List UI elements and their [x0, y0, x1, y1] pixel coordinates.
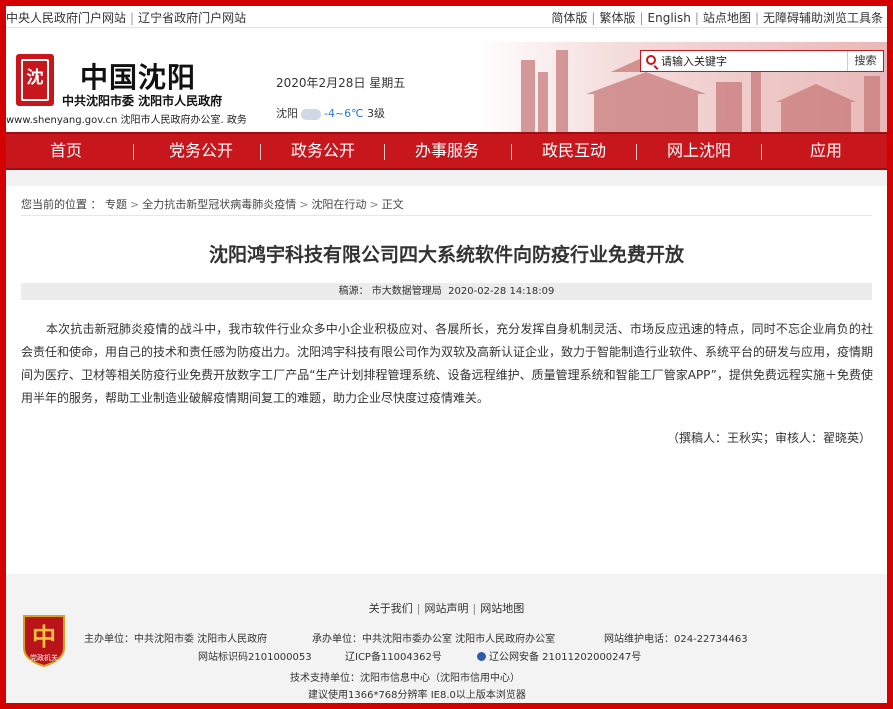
footer-police-record[interactable]: 辽公网安备 21011202000247号	[477, 648, 641, 663]
cloud-icon	[301, 108, 321, 120]
footer-icp[interactable]: 辽ICP备11004362号	[345, 648, 442, 663]
link-accessibility-toolbar[interactable]: 无障碍辅助浏览工具条	[763, 11, 883, 25]
current-date: 2020年2月28日 星期五	[276, 76, 406, 90]
link-traditional-chinese[interactable]: 繁体版	[599, 11, 635, 25]
top-bar-left-links: 中央人民政府门户网站 | 辽宁省政府门户网站	[6, 9, 246, 26]
breadcrumb-item-current: 正文	[381, 198, 404, 211]
party-government-badge-icon[interactable]: 中 党政机关	[20, 612, 68, 667]
footer-link-about[interactable]: 关于我们	[369, 602, 413, 615]
breadcrumb: 您当前的位置 ： 专题 > 全力抗击新型冠状病毒肺炎疫情 > 沈阳在行动 > 正文	[21, 198, 404, 211]
footer-link-sitemap[interactable]: 网站地图	[480, 602, 524, 615]
weather-wind: 3级	[367, 107, 386, 120]
footer-tech-support: 技术支持单位：沈阳市信息中心（沈阳市信用中心）	[290, 673, 520, 684]
footer-hotline: 网站维护电话：024-22734463	[604, 634, 748, 645]
search-icon	[646, 55, 656, 65]
footer-link-statement[interactable]: 网站声明	[425, 602, 469, 615]
search-box: 搜索	[640, 50, 884, 72]
footer-site-id: 网站标识码2101000053	[198, 652, 312, 663]
link-english[interactable]: English	[648, 11, 691, 25]
breadcrumb-item-in-action[interactable]: 沈阳在行动	[311, 198, 366, 211]
search-input[interactable]	[661, 53, 841, 69]
footer-browser-note: 建议使用1366*768分辨率 IE8.0以上版本浏览器	[308, 690, 526, 701]
police-badge-icon	[477, 652, 486, 661]
site-title: 中国沈阳	[80, 61, 197, 94]
link-liaoning-gov[interactable]: 辽宁省政府门户网站	[138, 11, 246, 25]
badge-label: 党政机关	[30, 653, 58, 662]
divider-band	[6, 170, 887, 186]
logo-glyph: 沈	[26, 68, 44, 88]
article-meta: 稿源： 市大数据管理局 2020-02-28 14:18:09	[21, 283, 872, 300]
weather-city: 沈阳	[276, 107, 298, 120]
footer: 关于我们 | 网站声明 | 网站地图 中 党政机关 主办单位：中共沈阳市委 沈阳市人民政…	[6, 574, 887, 703]
breadcrumb-item-topic[interactable]: 专题	[105, 198, 127, 211]
link-site-map[interactable]: 站点地图	[703, 11, 751, 25]
nav-item-interaction[interactable]: 政民互动	[519, 134, 629, 168]
footer-links: 关于我们 | 网站声明 | 网站地图	[368, 602, 525, 615]
article-datetime: 2020-02-28 14:18:09	[448, 286, 555, 297]
article-title: 沈阳鸿宇科技有限公司四大系统软件向防疫行业免费开放	[208, 244, 684, 266]
article-source: 市大数据管理局	[371, 286, 442, 297]
breadcrumb-divider	[21, 215, 872, 216]
svg-text:中: 中	[32, 622, 56, 651]
footer-sponsor: 主办单位：中共沈阳市委 沈阳市人民政府	[84, 634, 268, 645]
link-simplified-chinese[interactable]: 简体版	[551, 11, 587, 25]
breadcrumb-prefix: 您当前的位置 ：	[21, 198, 102, 211]
site-logo-icon[interactable]: 沈	[16, 54, 54, 106]
top-bar: 中央人民政府门户网站 | 辽宁省政府门户网站 简体版 | 繁体版 | English | 站点地…	[6, 6, 887, 28]
nav-item-services[interactable]: 办事服务	[392, 134, 502, 168]
source-label: 稿源：	[338, 286, 369, 297]
weather-temp: -4~6℃	[324, 107, 364, 120]
nav-item-home[interactable]: 首页	[26, 134, 106, 168]
breadcrumb-item-epidemic[interactable]: 全力抗击新型冠状病毒肺炎疫情	[142, 198, 296, 211]
site-subtitle: 中共沈阳市委 沈阳市人民政府	[62, 94, 223, 108]
site-url: www.shenyang.gov.cn 沈阳市人民政府办公室. 政务	[6, 115, 247, 126]
footer-organizer: 承办单位：中共沈阳市委办公室 沈阳市人民政府办公室	[312, 634, 556, 645]
nav-item-government-affairs[interactable]: 政务公开	[268, 134, 378, 168]
weather-widget: 沈阳 -4~6℃ 3级	[276, 105, 385, 121]
article-author-line: （撰稿人：王秋实；审核人：翟晓英）	[666, 431, 871, 445]
link-central-gov[interactable]: 中央人民政府门户网站	[6, 11, 126, 25]
page-frame: 中央人民政府门户网站 | 辽宁省政府门户网站 简体版 | 繁体版 | English | 站点地…	[6, 6, 887, 703]
article-body: 本次抗击新冠肺炎疫情的战斗中，我市软件行业众多中小企业积极应对、各展所长，充分发…	[21, 322, 874, 405]
search-button[interactable]: 搜索	[847, 51, 883, 71]
separator: |	[130, 11, 135, 25]
main-nav: 首页 党务公开 政务公开 办事服务 政民互动 网上沈阳 应用	[6, 132, 887, 170]
nav-item-party-affairs[interactable]: 党务公开	[146, 134, 256, 168]
nav-item-online-shenyang[interactable]: 网上沈阳	[644, 134, 754, 168]
top-bar-right-links: 简体版 | 繁体版 | English | 站点地图 | 无障碍辅助浏览工具条	[551, 11, 883, 25]
header: 沈 中国沈阳 中共沈阳市委 沈阳市人民政府 www.shenyang.gov.c…	[6, 28, 887, 132]
nav-item-apps[interactable]: 应用	[776, 134, 876, 168]
